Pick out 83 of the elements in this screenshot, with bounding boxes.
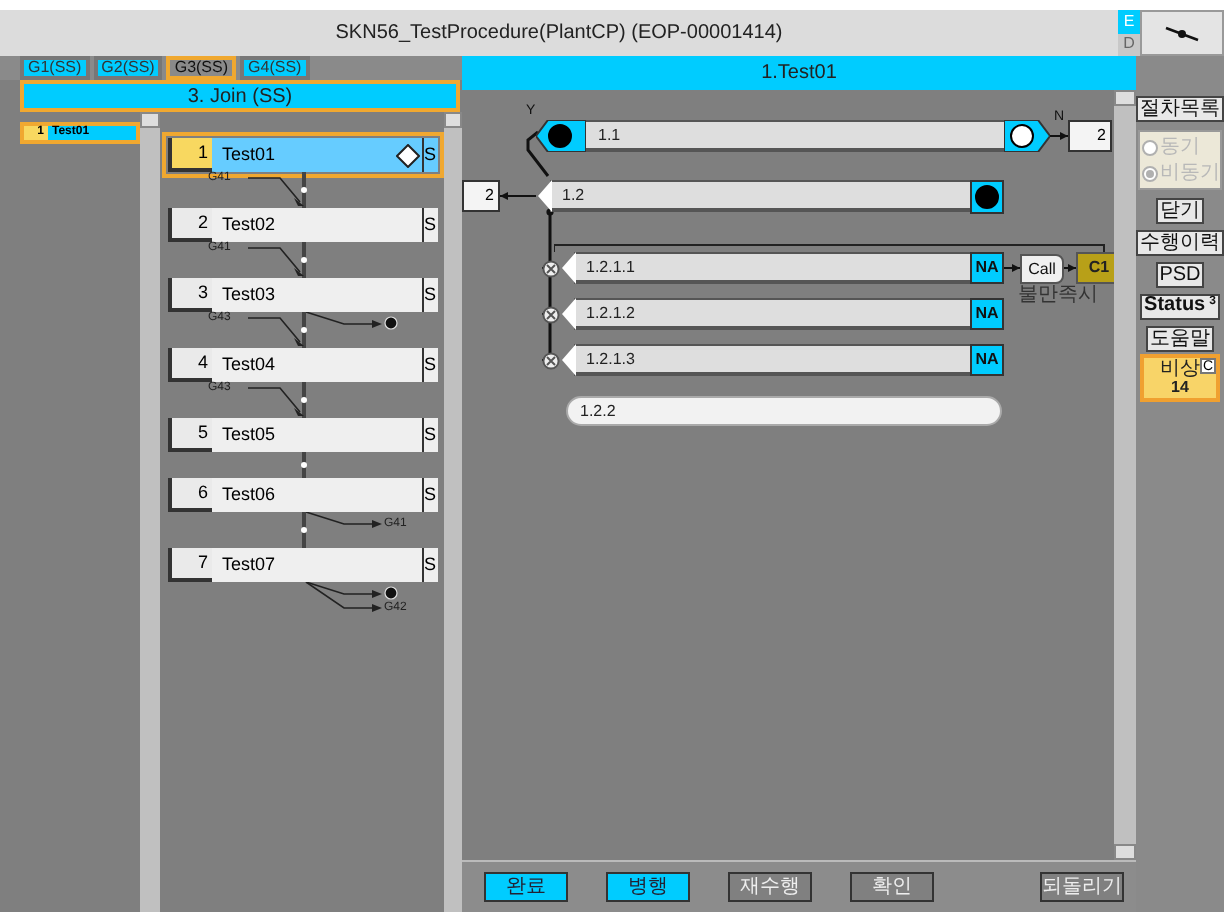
- status-label: NA: [975, 256, 999, 280]
- connector-line: [301, 452, 307, 478]
- status-label: NA: [975, 302, 999, 326]
- call-target-label: C1: [1088, 256, 1110, 280]
- target-label: 2: [1097, 124, 1106, 148]
- step-name: Test02: [222, 211, 278, 238]
- junction-icon: [542, 260, 560, 278]
- flow-item[interactable]: 1.1: [586, 120, 1004, 152]
- call-box[interactable]: Call: [1020, 254, 1064, 284]
- flow-item[interactable]: 1.2.1.2: [574, 298, 970, 330]
- step-type: S: [422, 208, 438, 242]
- call-caption: 불만족시: [1018, 286, 1098, 306]
- branch-line: [305, 312, 382, 328]
- step-number: 4: [168, 348, 212, 382]
- connector-line: [247, 312, 307, 348]
- flow-item-label: 1.2.1.1: [586, 255, 635, 279]
- alarm-label: 비상: [1160, 360, 1200, 380]
- tab[interactable]: G3(SS): [166, 56, 237, 80]
- arrow-line: [500, 190, 536, 202]
- branch-line: [305, 512, 382, 528]
- flow-item[interactable]: 1.2.1.3: [574, 344, 970, 376]
- flow-item-label: 1.1: [598, 123, 621, 147]
- step-type: S: [422, 138, 438, 172]
- step-title: 1.Test01: [761, 60, 837, 88]
- step-name: Test03: [222, 281, 278, 308]
- tab[interactable]: G1(SS): [20, 56, 90, 80]
- step-number: 7: [168, 548, 212, 582]
- step-name: Test06: [222, 481, 278, 508]
- step-number: 5: [168, 418, 212, 452]
- flow-item-label: 1.2: [562, 183, 585, 207]
- action-button[interactable]: 확인: [850, 872, 934, 902]
- call-target-box[interactable]: C1: [1076, 252, 1114, 284]
- step-type: S: [422, 348, 438, 382]
- step-number: 1: [168, 138, 212, 172]
- connector-line: [247, 172, 307, 208]
- notch-icon: [562, 252, 576, 284]
- scrollbar[interactable]: [140, 112, 160, 912]
- notch-icon: [538, 180, 552, 212]
- flow-item[interactable]: 1.2: [550, 180, 970, 212]
- panel-button[interactable]: 도움말: [1146, 326, 1214, 352]
- step-name: Test07: [222, 551, 278, 578]
- step-type: S: [422, 548, 438, 582]
- connector-line: [247, 382, 307, 418]
- step-name: Test01: [222, 141, 278, 168]
- panel-button[interactable]: 닫기: [1156, 198, 1204, 224]
- call-label: Call: [1028, 257, 1056, 281]
- flow-item-label: 1.2.1.3: [586, 347, 635, 371]
- flow-item[interactable]: 1.2.1.1: [574, 252, 970, 284]
- pin-icon[interactable]: [1162, 23, 1202, 43]
- step-name: Test04: [222, 351, 278, 378]
- step-number: 6: [168, 478, 212, 512]
- note-label: 1.2.2: [580, 399, 616, 423]
- notch-icon: [562, 344, 576, 376]
- step-name: Test05: [222, 421, 278, 448]
- panel-button[interactable]: 수행이력: [1136, 230, 1224, 256]
- connector-line: [301, 512, 307, 548]
- flow-item-label: 1.2.1.2: [586, 301, 635, 325]
- junction-icon: [542, 352, 560, 370]
- window-title: SKN56_TestProcedure(PlantCP) (EOP-00001414): [335, 20, 783, 48]
- status-label: NA: [975, 348, 999, 372]
- step-type: S: [422, 478, 438, 512]
- panel-button[interactable]: PSD: [1155, 262, 1205, 288]
- action-button[interactable]: 병행: [606, 872, 690, 902]
- alarm-count: 14: [1171, 380, 1189, 396]
- dot-icon: [384, 586, 398, 600]
- step-number: 2: [168, 208, 212, 242]
- step-type: S: [422, 418, 438, 452]
- procedure-list-button[interactable]: 절차목록: [1136, 96, 1224, 122]
- connector-line: [247, 242, 307, 278]
- target-label: 2: [485, 184, 494, 208]
- step-number: 3: [168, 278, 212, 312]
- action-button[interactable]: 완료: [484, 872, 568, 902]
- tab[interactable]: G2(SS): [93, 56, 163, 80]
- diamond-icon: [396, 143, 420, 167]
- scrollbar[interactable]: [1114, 90, 1136, 860]
- notch-icon: [562, 298, 576, 330]
- step-type: S: [422, 278, 438, 312]
- note-item[interactable]: 1.2.2: [566, 396, 1002, 426]
- scrollbar[interactable]: [444, 112, 462, 912]
- dot-icon: [384, 316, 398, 330]
- procedure-title: 3. Join (SS): [187, 83, 293, 111]
- junction-icon: [542, 306, 560, 324]
- tab[interactable]: G4(SS): [240, 56, 310, 80]
